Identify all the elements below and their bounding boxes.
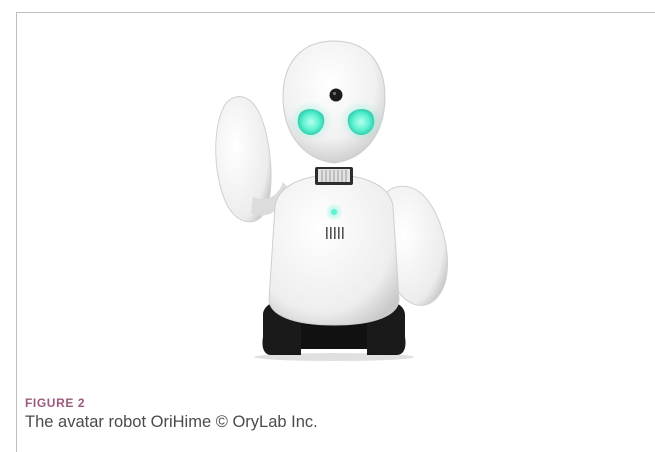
robot-torso [268, 174, 400, 326]
orihime-robot-image [215, 40, 449, 361]
figure-label: FIGURE 2 [25, 396, 86, 410]
robot-neck [315, 167, 353, 185]
robot-head [282, 40, 386, 164]
figure-caption: The avatar robot OriHime © OryLab Inc. [25, 413, 318, 431]
